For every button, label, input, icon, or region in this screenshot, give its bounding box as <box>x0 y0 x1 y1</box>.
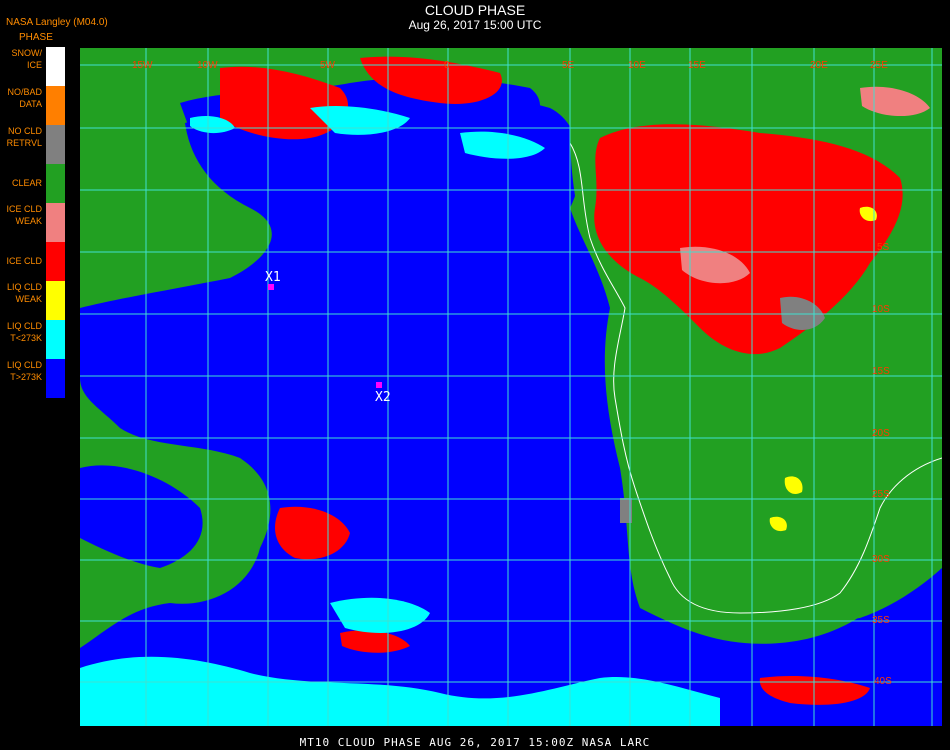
marker-x2-point <box>376 382 382 388</box>
grid-label-10w: 10W <box>197 60 218 71</box>
grid-label-35s: 35S <box>872 615 890 626</box>
legend-swatch <box>46 359 65 398</box>
page-subtitle: Aug 26, 2017 15:00 UTC <box>408 18 542 32</box>
legend-label: NO/BAD DATA <box>7 87 42 109</box>
legend-item-liq-cld-cold: LIQ CLD T<273K <box>0 320 66 359</box>
grid-label-30s: 30S <box>872 554 890 565</box>
legend-swatch <box>46 320 65 359</box>
legend-item-clear: CLEAR <box>0 164 66 203</box>
grid-label-10e: 10E <box>628 60 646 71</box>
grid-label-15e: 15E <box>688 60 706 71</box>
legend-item-ice-cld: ICE CLD <box>0 242 66 281</box>
legend-label: LIQ CLD WEAK <box>6 282 42 304</box>
legend-swatch <box>46 47 65 86</box>
legend-swatch <box>46 125 65 164</box>
marker-x1-label: X1 <box>265 270 281 285</box>
legend-label: ICE CLD WEAK <box>6 204 42 226</box>
legend-swatch <box>46 203 65 242</box>
legend-label: CLEAR <box>11 178 42 188</box>
legend-swatch <box>46 242 65 281</box>
legend-label: ICE CLD <box>6 256 42 266</box>
grid-label-25s: 25S <box>872 489 890 500</box>
grid-label-5w: 5W <box>320 60 336 71</box>
page-title: CLOUD PHASE <box>424 2 526 18</box>
grid-label-5e: 5E <box>562 60 575 71</box>
grid-label-0: 0 <box>444 60 450 71</box>
grid-label-25e: 25E <box>870 60 888 71</box>
grid-label-15w: 15W <box>132 60 153 71</box>
legend-swatch <box>46 281 65 320</box>
legend-label: NO CLD RETRVL <box>6 126 42 148</box>
legend-item-liq-cld-warm: LIQ CLD T>273K <box>0 359 66 398</box>
legend-item-no-cld-retrvl: NO CLD RETRVL <box>0 125 66 164</box>
cloud-phase-map: 15W 10W 5W 0 5E 10E 15E 20E 25E 5S 10S 1… <box>80 48 942 726</box>
legend-label: SNOW/ ICE <box>11 48 43 70</box>
footer-caption: MT10 CLOUD PHASE AUG 26, 2017 15:00Z NAS… <box>299 736 651 749</box>
legend-item-liq-cld-weak: LIQ CLD WEAK <box>0 281 66 320</box>
legend-label: LIQ CLD T>273K <box>6 360 42 382</box>
grid-label-20s: 20S <box>872 428 890 439</box>
marker-x2-label: X2 <box>375 390 391 405</box>
grid-label-5s: 5S <box>877 242 890 253</box>
legend-item-ice-cld-weak: ICE CLD WEAK <box>0 203 66 242</box>
grid-label-20e: 20E <box>810 60 828 71</box>
legend-item-snow-ice: SNOW/ ICE <box>0 47 66 86</box>
grid-label-15s: 15S <box>872 366 890 377</box>
legend-title: PHASE <box>19 32 53 43</box>
legend-swatch <box>46 164 65 203</box>
legend-item-no-bad-data: NO/BAD DATA <box>0 86 66 125</box>
grid-label-40s: 40S <box>874 676 892 687</box>
legend-swatch <box>46 86 65 125</box>
legend-label: LIQ CLD T<273K <box>6 321 42 343</box>
grid-label-10s: 10S <box>872 304 890 315</box>
